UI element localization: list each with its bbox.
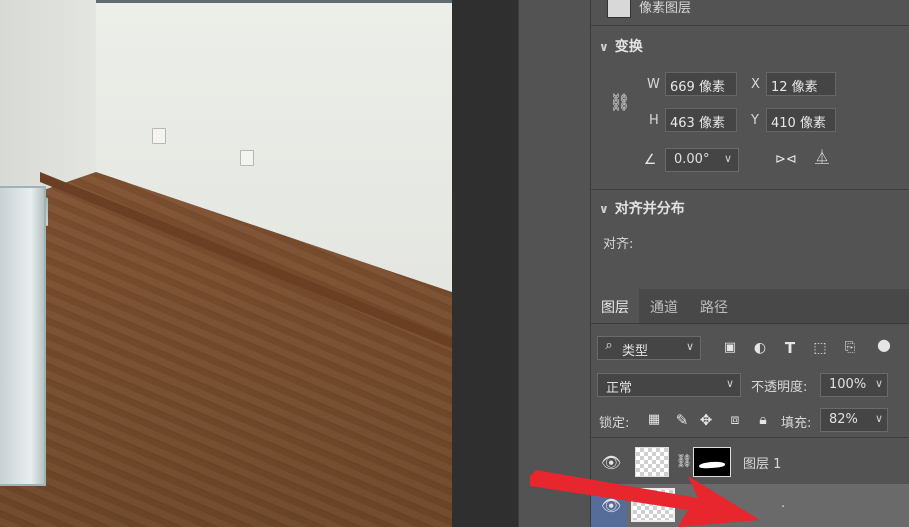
pixel-layer-icon [607, 0, 631, 18]
chevron-down-icon: ∨ [599, 202, 609, 216]
angle-icon: ∠ [643, 152, 657, 168]
lock-label: 锁定: [599, 416, 630, 431]
filter-smart-object-icon[interactable]: ⎘ [841, 339, 859, 357]
angle-field[interactable]: 0.00° ∨ [665, 148, 739, 172]
tab-channels[interactable]: 通道 [640, 289, 688, 323]
link-chain-icon[interactable]: ⛓ [609, 94, 631, 112]
y-field[interactable]: 410 像素 [766, 108, 836, 132]
chevron-down-icon: ∨ [874, 377, 883, 390]
align-section-header[interactable]: ∨ 对齐并分布 [599, 198, 685, 218]
height-field[interactable]: 463 像素 [665, 108, 737, 132]
transform-section-header[interactable]: ∨ 变换 [599, 36, 643, 56]
width-field[interactable]: 669 像素 [665, 72, 737, 96]
lock-all-icon[interactable]: 🔒︎ [754, 411, 772, 429]
transform-title: 变换 [614, 39, 643, 55]
section-divider [591, 189, 909, 190]
align-title: 对齐并分布 [614, 201, 685, 217]
fill-value: 82% [829, 412, 858, 427]
filter-type-icon[interactable]: T [781, 339, 799, 357]
y-label: Y [751, 113, 759, 128]
x-label: X [751, 77, 760, 92]
blend-mode-dropdown[interactable]: 正常 ∨ [597, 373, 741, 397]
x-field[interactable]: 12 像素 [766, 72, 836, 96]
chevron-down-icon: ∨ [874, 412, 883, 425]
panel-dock-strip [518, 0, 591, 527]
pasteboard [452, 0, 518, 527]
chevron-down-icon: ∨ [725, 377, 734, 390]
section-divider [591, 437, 909, 438]
lock-artboard-icon[interactable]: ⧈ [726, 411, 744, 429]
layer-filter-dropdown[interactable]: ⌕ 类型 ∨ [597, 336, 701, 360]
wall-socket [240, 150, 254, 166]
layer-name: . [781, 496, 786, 511]
chevron-down-icon: ∨ [599, 40, 609, 54]
fill-label: 填充: [781, 416, 812, 431]
right-panel: 像素图层 ∨ 变换 ⛓ W 669 像素 X 12 像素 H 463 像素 Y 4… [590, 0, 909, 527]
align-label: 对齐: [603, 237, 634, 252]
blend-mode-value: 正常 [606, 381, 633, 396]
glass-cabinet [0, 186, 46, 486]
tab-paths[interactable]: 路径 [690, 289, 738, 323]
layer-kind-label: 像素图层 [639, 1, 692, 16]
lock-transparent-icon[interactable]: ▦ [645, 411, 663, 429]
arrow-shape [530, 470, 760, 527]
chevron-down-icon: ∨ [723, 152, 732, 165]
layer-filter-label: 类型 [622, 344, 649, 359]
width-label: W [647, 77, 660, 92]
filter-shape-icon[interactable]: ⬚ [811, 339, 829, 357]
mask-shape [698, 461, 726, 469]
layers-tab-bar: 图层 通道 路径 [591, 289, 909, 324]
annotation-arrow [530, 470, 760, 527]
flip-horizontal-icon[interactable]: ⊳⊲ [775, 151, 797, 169]
filter-toggle-icon[interactable]: ● [875, 336, 893, 354]
lock-move-icon[interactable]: ✥ [697, 411, 715, 429]
filter-pixel-icon[interactable]: ▣ [721, 339, 739, 357]
opacity-label: 不透明度: [751, 380, 808, 395]
tab-layers[interactable]: 图层 [591, 289, 639, 323]
lock-brush-icon[interactable]: ✎ [673, 411, 691, 429]
chevron-down-icon: ∨ [685, 340, 694, 353]
filter-adjustment-icon[interactable]: ◐ [751, 339, 769, 357]
height-label: H [649, 113, 659, 128]
fill-field[interactable]: 82% ∨ [820, 408, 888, 432]
angle-value: 0.00° [674, 152, 710, 167]
opacity-value: 100% [829, 377, 867, 392]
opacity-field[interactable]: 100% ∨ [820, 373, 888, 397]
mask-link-icon[interactable]: ⛓ [675, 453, 693, 471]
layer-kind-row: 像素图层 [591, 0, 909, 26]
search-icon: ⌕ [605, 338, 613, 353]
wall-socket [152, 128, 166, 144]
flip-vertical-icon[interactable]: ⏅ [813, 149, 831, 167]
document-canvas[interactable] [0, 0, 452, 527]
